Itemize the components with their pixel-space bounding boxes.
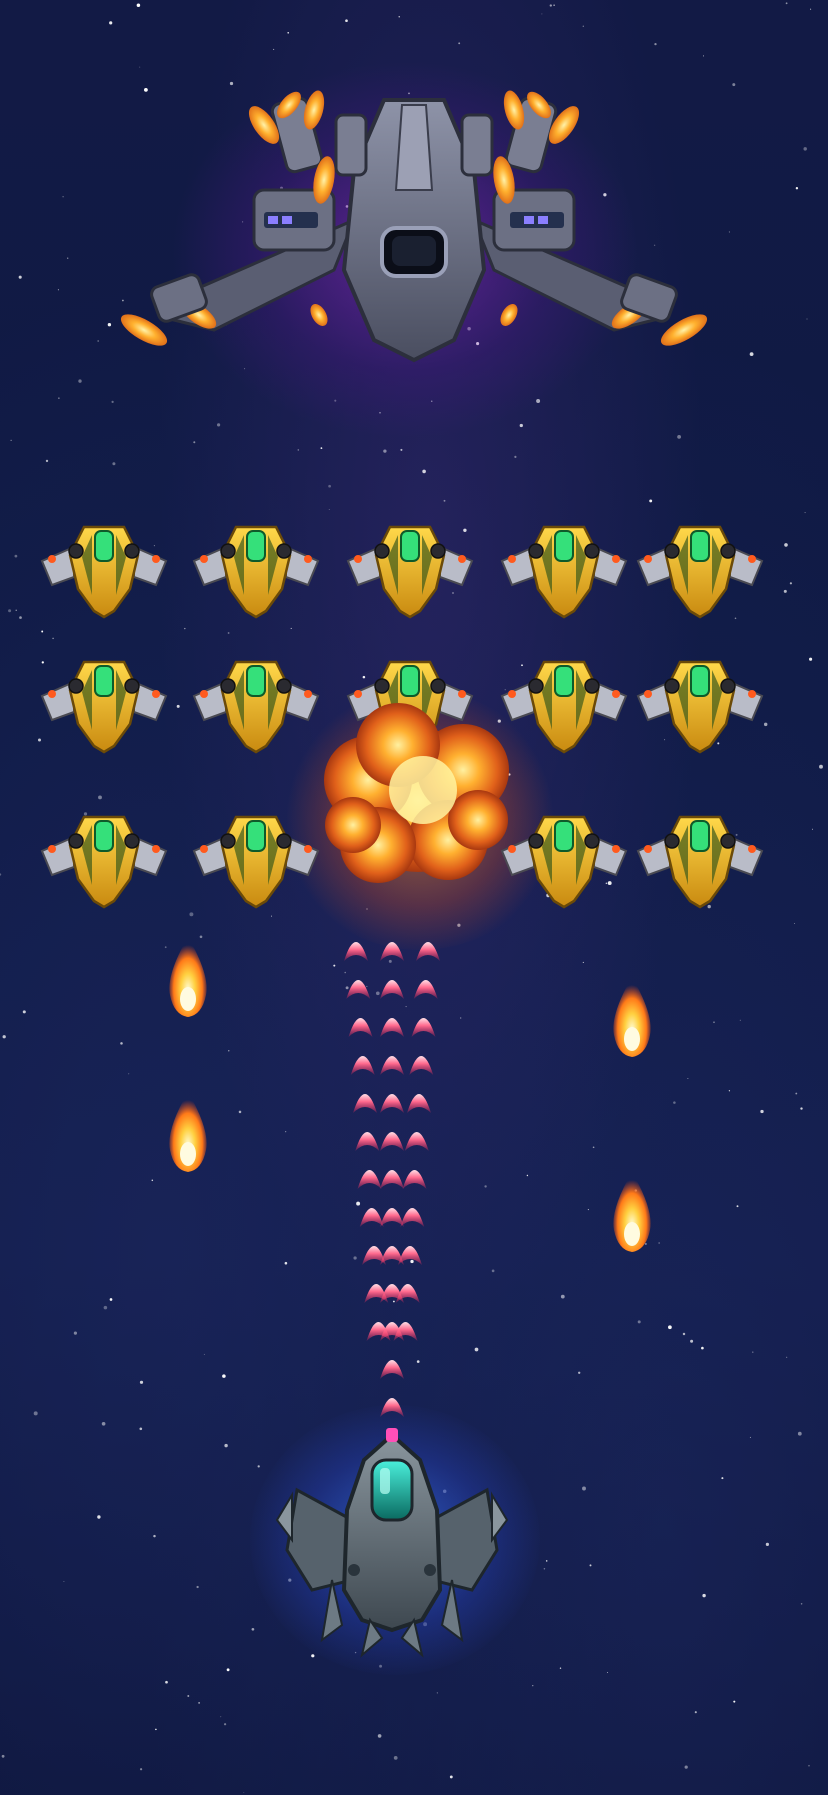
laser-bolt [416, 942, 440, 961]
laser-bolt [400, 1208, 425, 1227]
enemy-fighter-icon [40, 815, 168, 909]
laser-bolt [407, 1094, 431, 1113]
enemy-fighter-icon [636, 525, 764, 619]
player-left-wing [285, 1487, 354, 1592]
laser-bolt [380, 1018, 404, 1037]
enemy-fighter-icon [192, 525, 320, 619]
enemy-fighter-icon [40, 660, 168, 754]
laser-bolt [380, 1170, 404, 1189]
laser-bolt [346, 980, 371, 999]
enemy-fighter-icon [500, 525, 628, 619]
laser-bolt [380, 1208, 404, 1227]
laser-bolt [380, 980, 404, 999]
laser-bolt [413, 980, 438, 999]
laser-bolt [380, 942, 404, 961]
player-cockpit [370, 1458, 414, 1522]
laser-bolt [344, 942, 368, 961]
laser-bolt [380, 1398, 404, 1417]
laser-bolt [409, 1056, 434, 1075]
laser-bolt [380, 1132, 404, 1151]
laser-bolt [359, 1208, 384, 1227]
laser-bolt [411, 1018, 436, 1037]
laser-bolt [380, 1094, 404, 1113]
laser-bolt [350, 1056, 375, 1075]
boss-warship-icon [120, 90, 708, 363]
enemy-fighter-icon [636, 660, 764, 754]
enemy-fighter-icon [192, 660, 320, 754]
enemy-fireballs [169, 937, 651, 1252]
laser-bolt [357, 1170, 382, 1189]
player-right-wing [430, 1487, 499, 1592]
laser-bolt [355, 1132, 380, 1151]
player-ship-icon[interactable] [275, 1428, 509, 1658]
laser-bolt [380, 1056, 404, 1075]
fireball-icon [169, 1092, 207, 1172]
laser-bolt [395, 1284, 420, 1303]
enemy-fighter-icon [500, 815, 628, 909]
game-sprites [40, 90, 764, 1658]
laser-bolt [348, 1018, 373, 1037]
laser-bolt [380, 1360, 404, 1379]
enemy-fighter-icon [192, 815, 320, 909]
laser-stream-icon [344, 942, 440, 1455]
laser-bolt [404, 1132, 429, 1151]
enemy-fighter-icon [40, 525, 168, 619]
fireball-icon [613, 1172, 651, 1252]
laser-bolt [393, 1322, 418, 1341]
game-scene[interactable] [0, 0, 828, 1795]
laser-bolt [402, 1170, 427, 1189]
fireball-icon [169, 937, 207, 1017]
enemy-fighter-icon [346, 525, 474, 619]
enemy-fighter-icon [636, 815, 764, 909]
laser-bolt [353, 1094, 377, 1113]
enemy-fighter-icon [500, 660, 628, 754]
explosion-icon [324, 703, 509, 883]
fireball-icon [613, 977, 651, 1057]
